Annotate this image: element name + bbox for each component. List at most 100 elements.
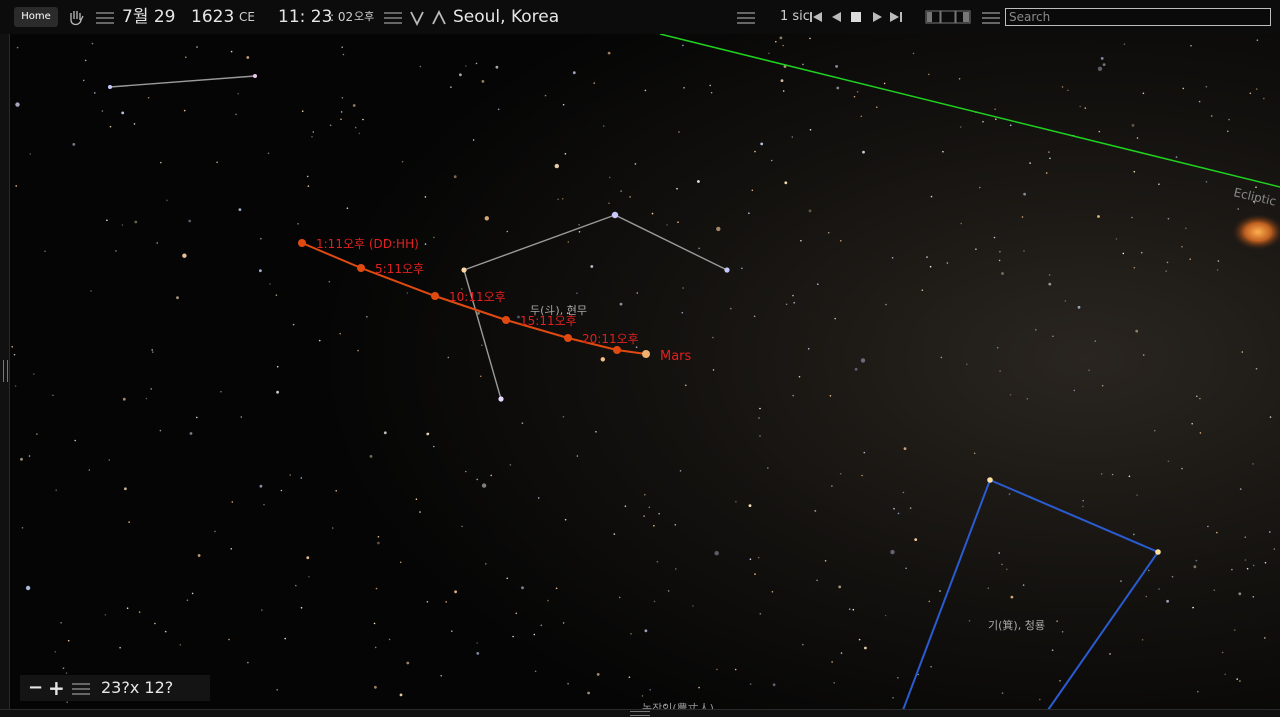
star — [576, 455, 579, 457]
star — [608, 202, 610, 204]
date-year[interactable]: 1623 — [191, 0, 234, 34]
star — [74, 439, 76, 442]
star — [1122, 252, 1125, 255]
star — [730, 307, 732, 310]
star — [52, 394, 54, 397]
time-seconds[interactable]: : 02 — [330, 0, 353, 34]
home-button[interactable]: Home — [14, 7, 58, 27]
star — [926, 256, 928, 258]
star — [191, 592, 194, 595]
star — [1237, 208, 1239, 210]
star — [533, 633, 536, 636]
star — [862, 150, 865, 154]
date-month-day[interactable]: 7월 29 — [122, 0, 176, 34]
star — [1264, 637, 1266, 639]
star — [1097, 66, 1103, 72]
time-hour-minute[interactable]: 11: 23 — [278, 0, 332, 34]
star — [521, 586, 524, 590]
star — [104, 614, 107, 616]
star — [1263, 97, 1265, 100]
star — [90, 290, 92, 292]
play-icon[interactable] — [871, 0, 883, 34]
location-label[interactable]: Seoul, Korea — [453, 0, 559, 34]
star — [651, 212, 654, 215]
star — [1120, 580, 1122, 582]
star — [1195, 559, 1198, 562]
left-panel-handle[interactable] — [0, 34, 10, 716]
star — [595, 431, 597, 433]
star — [335, 490, 338, 492]
star — [465, 470, 467, 473]
time-ampm[interactable]: 오후 — [354, 0, 374, 34]
zoom-in-button[interactable]: + — [48, 675, 65, 701]
star — [578, 224, 580, 226]
star — [1051, 649, 1054, 651]
star — [297, 223, 299, 225]
star — [827, 231, 830, 234]
date-era[interactable]: CE — [239, 0, 255, 34]
menu-icon[interactable] — [72, 675, 90, 701]
star — [1207, 525, 1209, 528]
star — [831, 485, 833, 487]
skip-forward-icon[interactable] — [889, 0, 905, 34]
star — [358, 132, 361, 135]
field-of-view-readout[interactable]: 23?x 12? — [101, 675, 173, 701]
chevron-up-icon[interactable] — [431, 0, 447, 34]
star — [401, 160, 404, 163]
star — [1228, 118, 1230, 121]
hand-icon[interactable] — [67, 0, 85, 34]
star — [1244, 536, 1247, 538]
star — [1252, 596, 1255, 598]
mars-planet[interactable] — [642, 350, 650, 358]
star — [292, 323, 295, 326]
star — [897, 512, 900, 515]
star — [968, 620, 971, 622]
star — [636, 292, 639, 294]
star — [817, 283, 819, 286]
skip-back-icon[interactable] — [809, 0, 823, 34]
track-label: 20:11오후 — [582, 332, 639, 346]
stop-icon[interactable] — [850, 0, 862, 34]
star — [624, 505, 627, 508]
sky-view[interactable]: Ecliptic 두(斗), 현무 기(箕), 청룡 1:11오후 (DD:HH… — [0, 0, 1280, 716]
star — [767, 467, 769, 469]
star — [1039, 698, 1041, 701]
layout-icon[interactable] — [925, 0, 971, 34]
search-input[interactable] — [1005, 8, 1271, 26]
star — [399, 561, 402, 564]
star — [751, 189, 754, 192]
resize-grip[interactable] — [630, 711, 650, 716]
zoom-out-button[interactable]: − — [28, 675, 43, 701]
star — [29, 153, 32, 155]
star — [415, 498, 418, 501]
star — [1193, 565, 1197, 569]
star — [1217, 260, 1220, 262]
menu-icon[interactable] — [384, 0, 402, 34]
star — [301, 110, 304, 112]
menu-icon[interactable] — [982, 0, 1000, 34]
star — [515, 612, 518, 615]
star — [1153, 429, 1156, 432]
star — [779, 36, 783, 40]
play-reverse-icon[interactable] — [830, 0, 842, 34]
chevron-down-icon[interactable] — [409, 0, 425, 34]
star — [853, 95, 856, 98]
star — [91, 42, 94, 45]
star — [1196, 395, 1198, 398]
star — [506, 230, 509, 233]
star — [576, 292, 578, 295]
star — [124, 487, 127, 491]
star — [1273, 548, 1276, 550]
star — [306, 175, 309, 178]
menu-icon[interactable] — [737, 0, 755, 34]
time-rate-label[interactable]: 1 sic — [780, 0, 810, 34]
star — [1133, 170, 1136, 173]
star — [1052, 335, 1054, 338]
menu-icon[interactable] — [96, 0, 114, 34]
star — [1264, 561, 1267, 564]
resize-grip[interactable] — [3, 360, 8, 382]
star — [276, 365, 279, 368]
star — [1001, 692, 1004, 694]
star — [109, 125, 112, 128]
star — [860, 115, 863, 118]
